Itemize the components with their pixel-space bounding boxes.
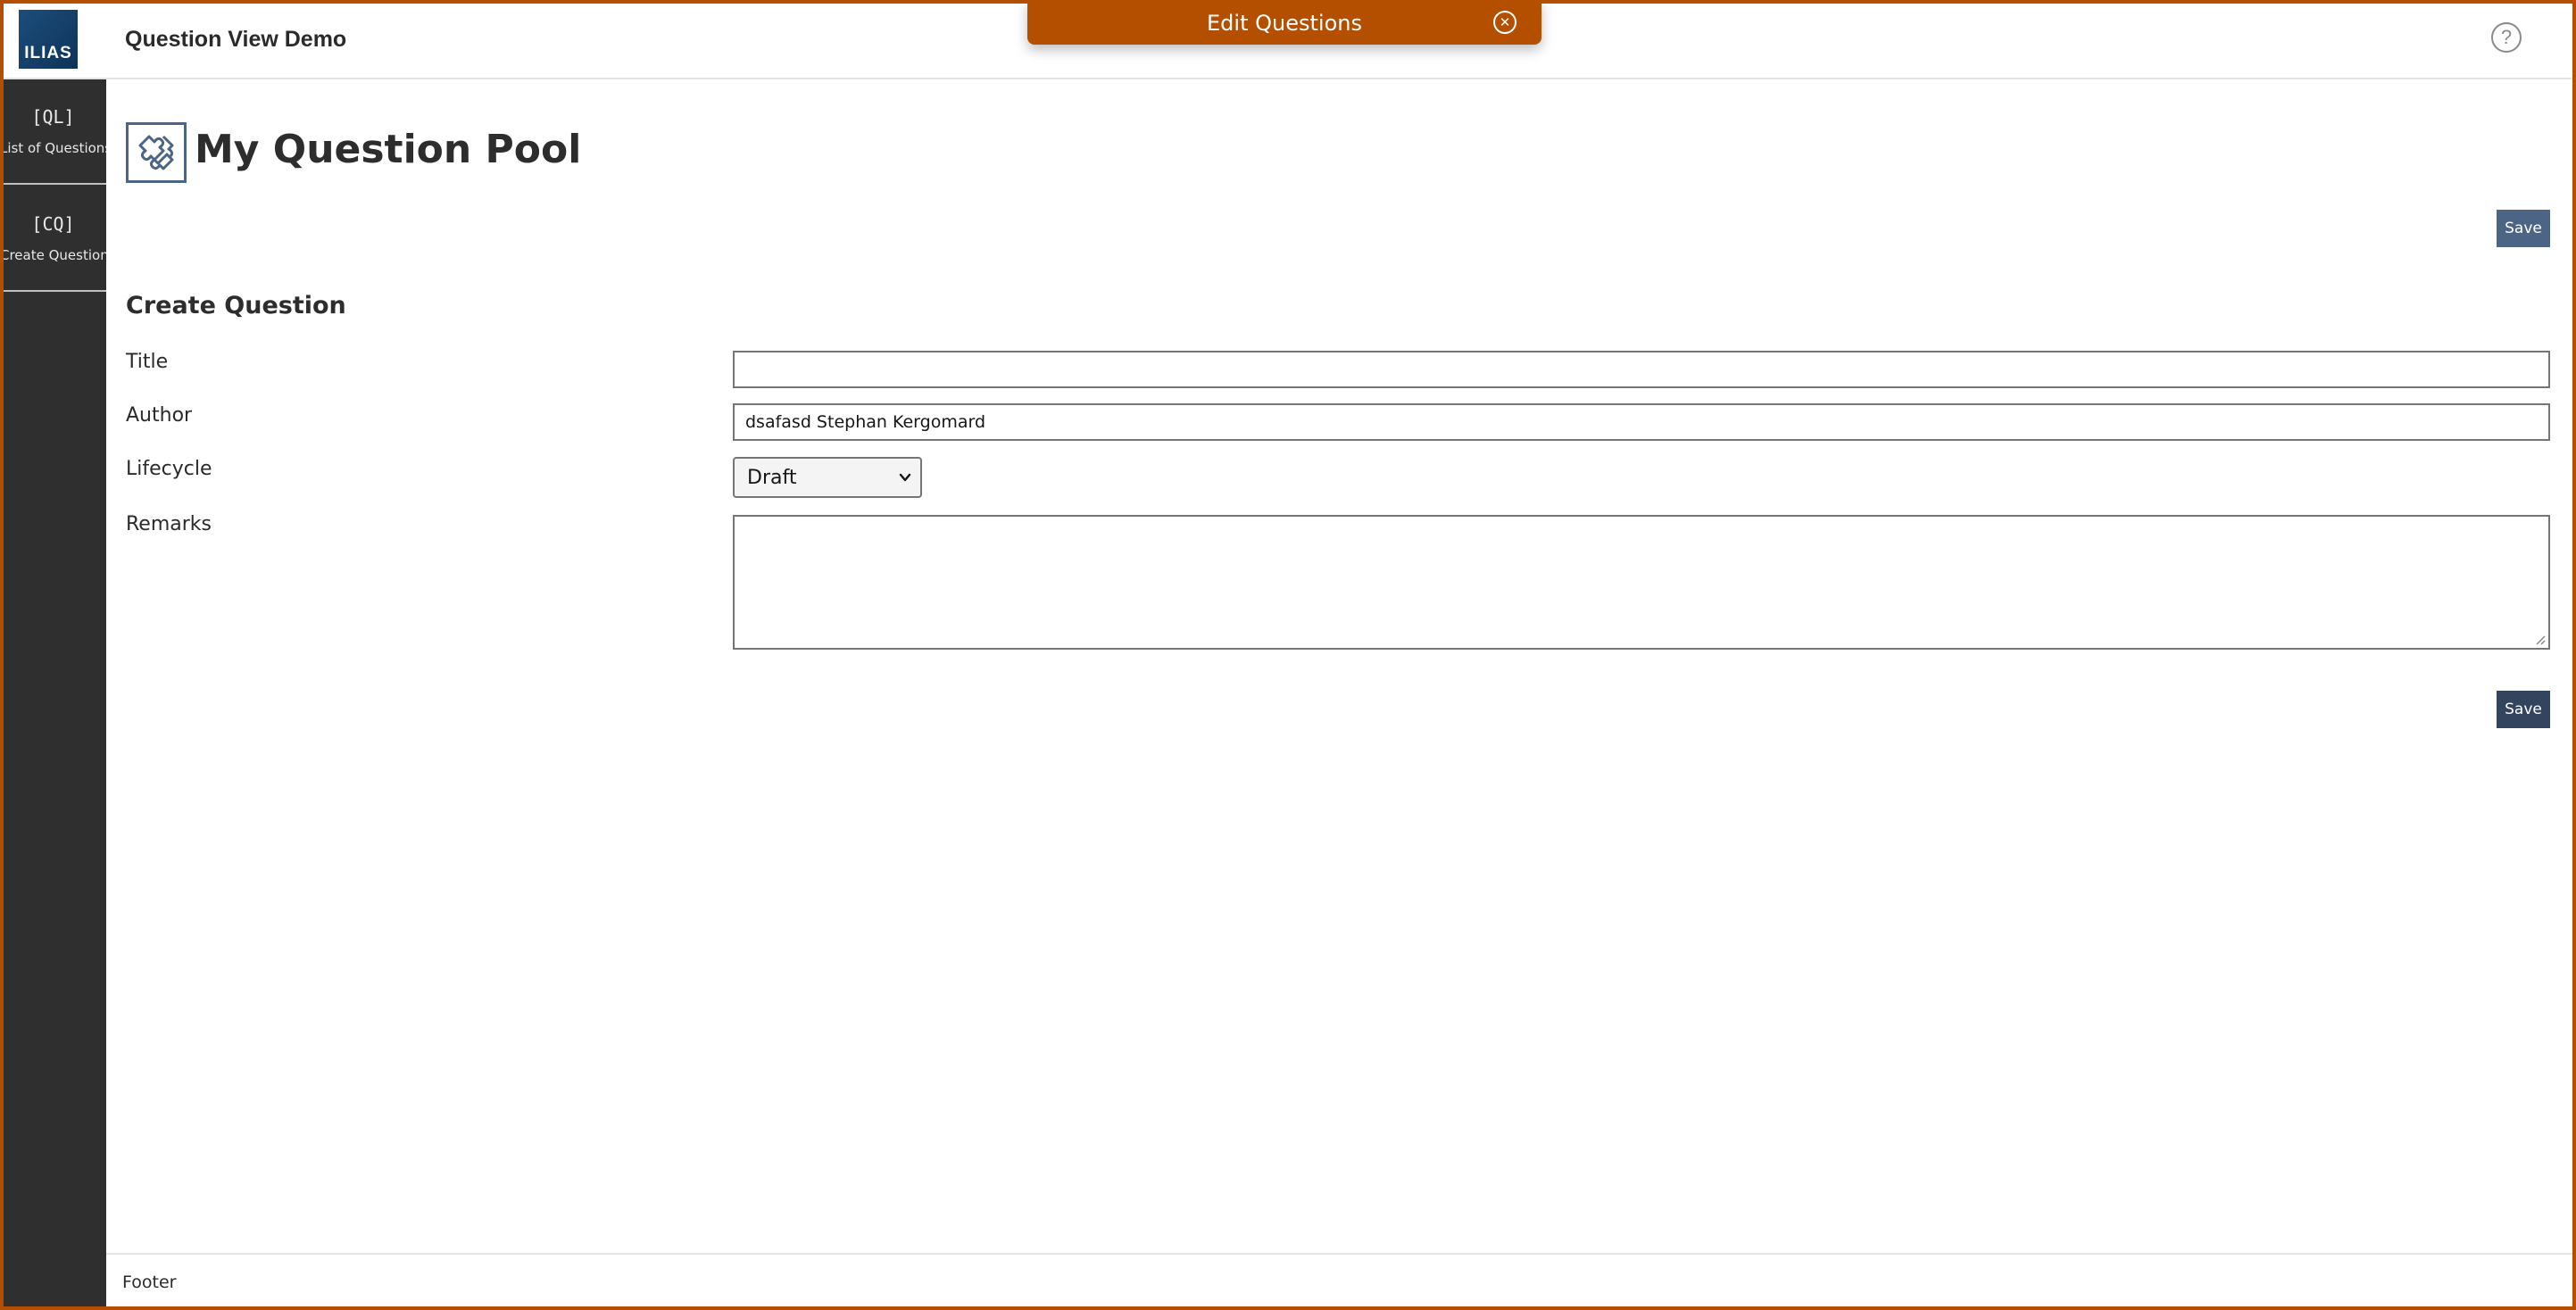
help-symbol: ? [2500, 26, 2513, 48]
app-title: Question View Demo [125, 27, 347, 52]
sidebar-item-label: Create Question [0, 247, 106, 263]
create-question-icon: [CQ] [31, 213, 75, 235]
mode-info-banner: Edit Questions ✕ [1027, 0, 1541, 45]
mode-banner-label: Edit Questions [1207, 11, 1362, 36]
save-button-bottom[interactable]: Save [2497, 691, 2550, 728]
lifecycle-selected-value: Draft [747, 467, 797, 489]
logo-text: ILIAS [24, 44, 72, 62]
chevron-down-icon [899, 473, 911, 482]
lifecycle-label: Lifecycle [126, 458, 212, 480]
title-label: Title [126, 351, 169, 373]
main-content: My Question Pool Save Create Question Ti… [106, 79, 2576, 1253]
main-bar: [QL] List of Questions [CQ] Create Quest… [0, 79, 106, 1310]
save-button-top[interactable]: Save [2497, 210, 2550, 247]
resize-grip-icon[interactable] [2533, 633, 2546, 645]
title-input[interactable] [733, 351, 2550, 388]
help-icon[interactable]: ? [2491, 22, 2522, 53]
remarks-textarea[interactable] [733, 515, 2550, 650]
puzzle-piece-icon [126, 122, 187, 183]
sidebar-item-label: List of Questions [0, 140, 106, 156]
close-circle-icon[interactable]: ✕ [1493, 11, 1517, 34]
author-input[interactable] [733, 403, 2550, 441]
close-symbol: ✕ [1499, 13, 1511, 30]
list-questions-icon: [QL] [31, 106, 75, 128]
page-title: My Question Pool [195, 127, 582, 172]
footer-text: Footer [122, 1273, 177, 1292]
sidebar-item-list-of-questions[interactable]: [QL] List of Questions [0, 79, 106, 185]
lifecycle-select[interactable]: Draft [733, 457, 922, 498]
puzzle-piece-svg [138, 135, 174, 170]
page-footer: Footer [106, 1253, 2576, 1310]
sidebar-item-create-question[interactable]: [CQ] Create Question [0, 187, 106, 292]
form-section-title: Create Question [126, 292, 346, 319]
ilias-logo[interactable]: ILIAS [19, 10, 78, 69]
author-label: Author [126, 404, 193, 427]
remarks-label: Remarks [126, 513, 212, 535]
